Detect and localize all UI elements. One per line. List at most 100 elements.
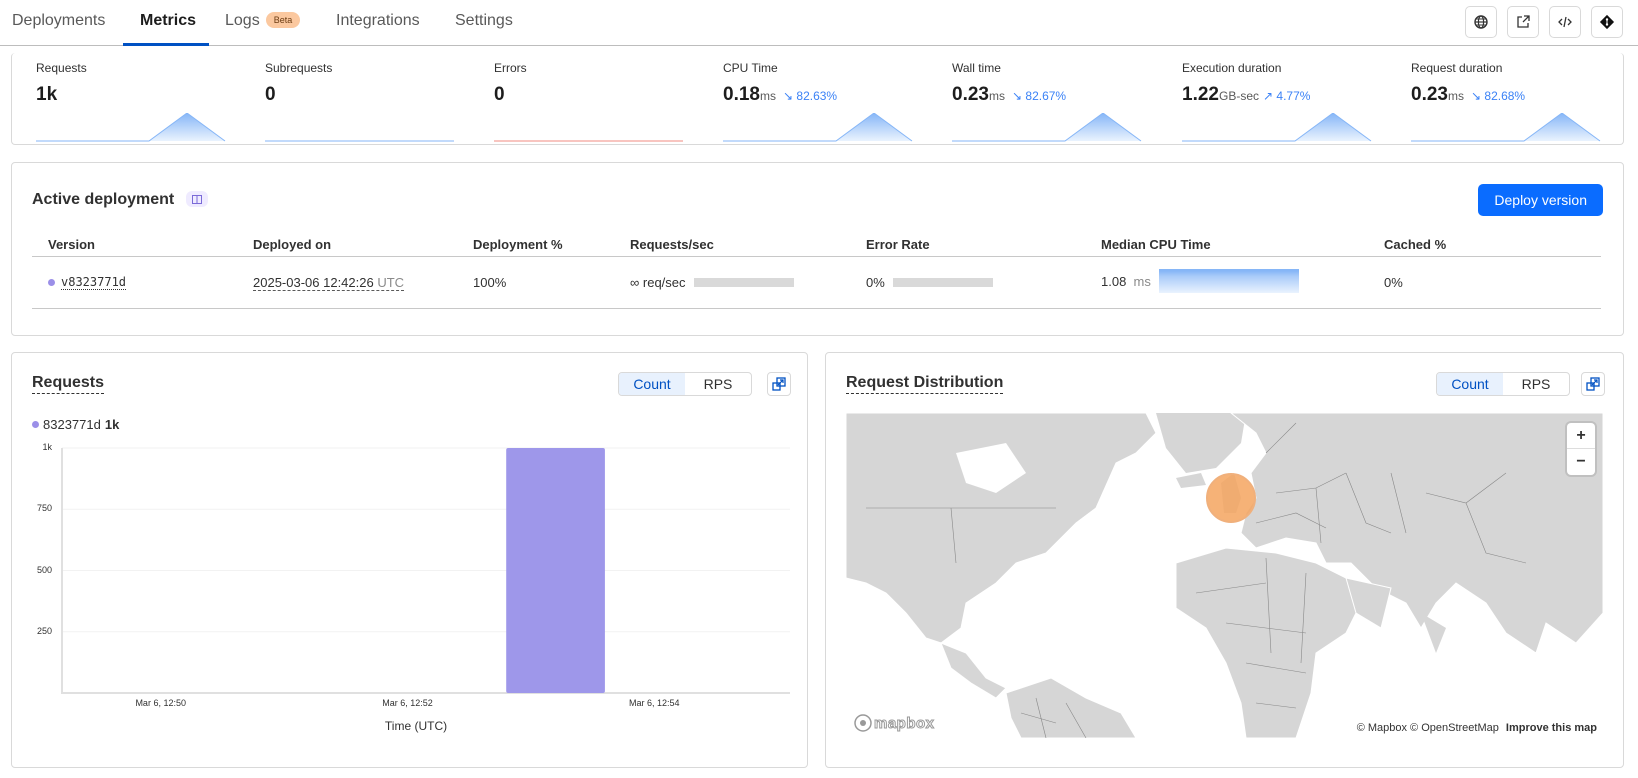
metric-label: CPU Time [723,61,778,75]
col-error-rate: Error Rate [866,237,930,252]
metric-sparkline [723,113,913,142]
x-tick-label: Mar 6, 12:54 [629,698,680,708]
map-zoom-controls: + − [1567,423,1595,475]
world-map[interactable]: + − mapbox © Mapbox © OpenStreetMap Impr… [846,413,1603,738]
metric-unit: GB-sec [1218,89,1259,103]
tab-integrations[interactable]: Integrations [336,12,420,30]
metric-wall-time: Wall time 0.23ms ↘ 82.67% [952,61,1152,142]
tab-metrics[interactable]: Metrics [140,12,196,30]
metric-sparkline [952,113,1142,142]
deployed-on-date: 2025-03-06 12:42:26 [253,275,374,290]
metric-value: 0 [494,84,694,106]
active-deployment-card: Active deployment Deploy version Version… [11,162,1624,336]
metric-delta-value: 82.67% [1025,89,1067,103]
metric-number: 0 [265,84,276,105]
zoom-in-button[interactable]: + [1567,423,1595,449]
metric-sparkline [494,140,683,142]
y-tick-label: 250 [36,625,52,636]
deploy-version-button[interactable]: Deploy version [1478,184,1603,216]
sparkline-area [149,113,225,141]
x-tick-label: Mar 6, 12:52 [382,698,433,708]
col-median-cpu: Median CPU Time [1101,237,1211,252]
attribution-text[interactable]: © Mapbox © OpenStreetMap [1357,722,1499,734]
error-rate-value: 0% [866,275,885,290]
metric-number: 0 [494,84,505,105]
mapbox-icon [854,714,872,732]
world-map-land [846,413,1603,738]
request-hotspot[interactable] [1206,473,1256,523]
globe-icon [1474,15,1488,29]
top-nav: Deployments Metrics Logs Beta Integration… [0,0,1638,46]
metric-delta: ↘ 82.68% [1471,89,1525,103]
metric-sparkline [265,140,454,142]
book-icon [192,194,202,204]
metric-number: 0.23 [952,84,989,105]
median-cpu-value: 1.08 [1101,273,1127,289]
deployment-pct-cell: 100% [473,275,507,290]
metric-sparkline [36,113,226,142]
metric-execution-duration: Execution duration 1.22GB-sec ↗ 4.77% [1182,61,1382,142]
metric-label: Errors [494,61,527,75]
mapbox-logo[interactable]: mapbox [854,714,935,732]
col-version: Version [48,237,95,252]
col-cached-pct: Cached % [1384,237,1447,252]
external-link-icon [1517,15,1530,28]
y-tick-label: 500 [36,564,52,575]
metric-label: Wall time [952,61,1001,75]
open-external-button[interactable] [1507,6,1539,38]
col-deployed-on: Deployed on [253,237,332,252]
metric-value: 1k [36,84,236,106]
tab-deployments[interactable]: Deployments [12,12,105,30]
map-mode-toggle: Count RPS [1436,372,1570,396]
tab-settings[interactable]: Settings [455,12,513,30]
metric-number: 1.22 [1182,84,1219,105]
version-link[interactable]: v8323771d [61,275,127,290]
version-cell: v8323771d [48,275,127,290]
table-row: v8323771d 2025-03-06 12:42:26 UTC 100% ∞… [32,257,1601,309]
beta-badge: Beta [265,12,301,28]
map-expand-button[interactable] [1581,372,1605,396]
metric-delta: ↘ 82.63% [783,89,837,103]
requests-card: Requests Count RPS 8323771d 1k 250 500 750… [11,352,808,768]
metric-value: 0 [265,84,465,106]
requests-sec-bar [693,278,794,287]
expand-icon [1586,377,1600,391]
active-deployment-title: Active deployment [32,191,175,208]
metric-delta-value: 82.68% [1484,89,1526,103]
metric-requests: Requests 1k [36,61,236,142]
sparkline-area [1295,113,1371,141]
deployed-on-tz: UTC [377,275,405,290]
metric-delta-value: 4.77% [1276,89,1311,103]
metric-delta: ↗ 4.77% [1263,89,1310,103]
sparkline-area [1065,113,1141,141]
map-attribution: © Mapbox © OpenStreetMap Improve this ma… [1357,722,1597,734]
requests-chart: 250 500 750 1k Mar 6, 12:50 Mar 6, 12:52 Mar 6… [12,353,809,769]
map-toggle-count[interactable]: Count [1437,373,1503,395]
metrics-summary: Requests 1k Subrequests 0 Errors 0 CPU Time 0.1… [11,53,1624,145]
code-button[interactable] [1549,6,1581,38]
improve-map-link[interactable]: Improve this map [1506,722,1597,734]
git-button[interactable] [1591,6,1623,38]
mapbox-logo-text: mapbox [874,714,935,732]
table-header: Version Deployed on Deployment % Request… [32,231,1601,257]
metric-unit: ms [1447,89,1464,103]
sparkline-area [836,113,912,141]
map-toggle-rps[interactable]: RPS [1503,373,1569,395]
deployed-on-timestamp[interactable]: 2025-03-06 12:42:26 UTC [253,275,405,291]
tab-logs-label: Logs [225,12,260,29]
deployed-on-cell: 2025-03-06 12:42:26 UTC [253,275,405,291]
request-distribution-title[interactable]: Request Distribution [846,374,1004,394]
globe-button[interactable] [1465,6,1497,38]
version-color-dot [48,279,55,286]
tab-logs[interactable]: Logs Beta [225,12,301,30]
metric-label: Subrequests [265,61,333,75]
docs-link[interactable] [186,191,208,207]
metric-subrequests: Subrequests 0 [265,61,465,142]
bar-8323771d[interactable] [506,448,605,693]
metric-unit: ms [988,89,1005,103]
col-requests-sec: Requests/sec [630,237,714,252]
cached-pct-cell: 0% [1384,275,1403,290]
metric-label: Execution duration [1182,61,1282,75]
zoom-out-button[interactable]: − [1567,449,1595,475]
code-icon [1558,16,1572,28]
